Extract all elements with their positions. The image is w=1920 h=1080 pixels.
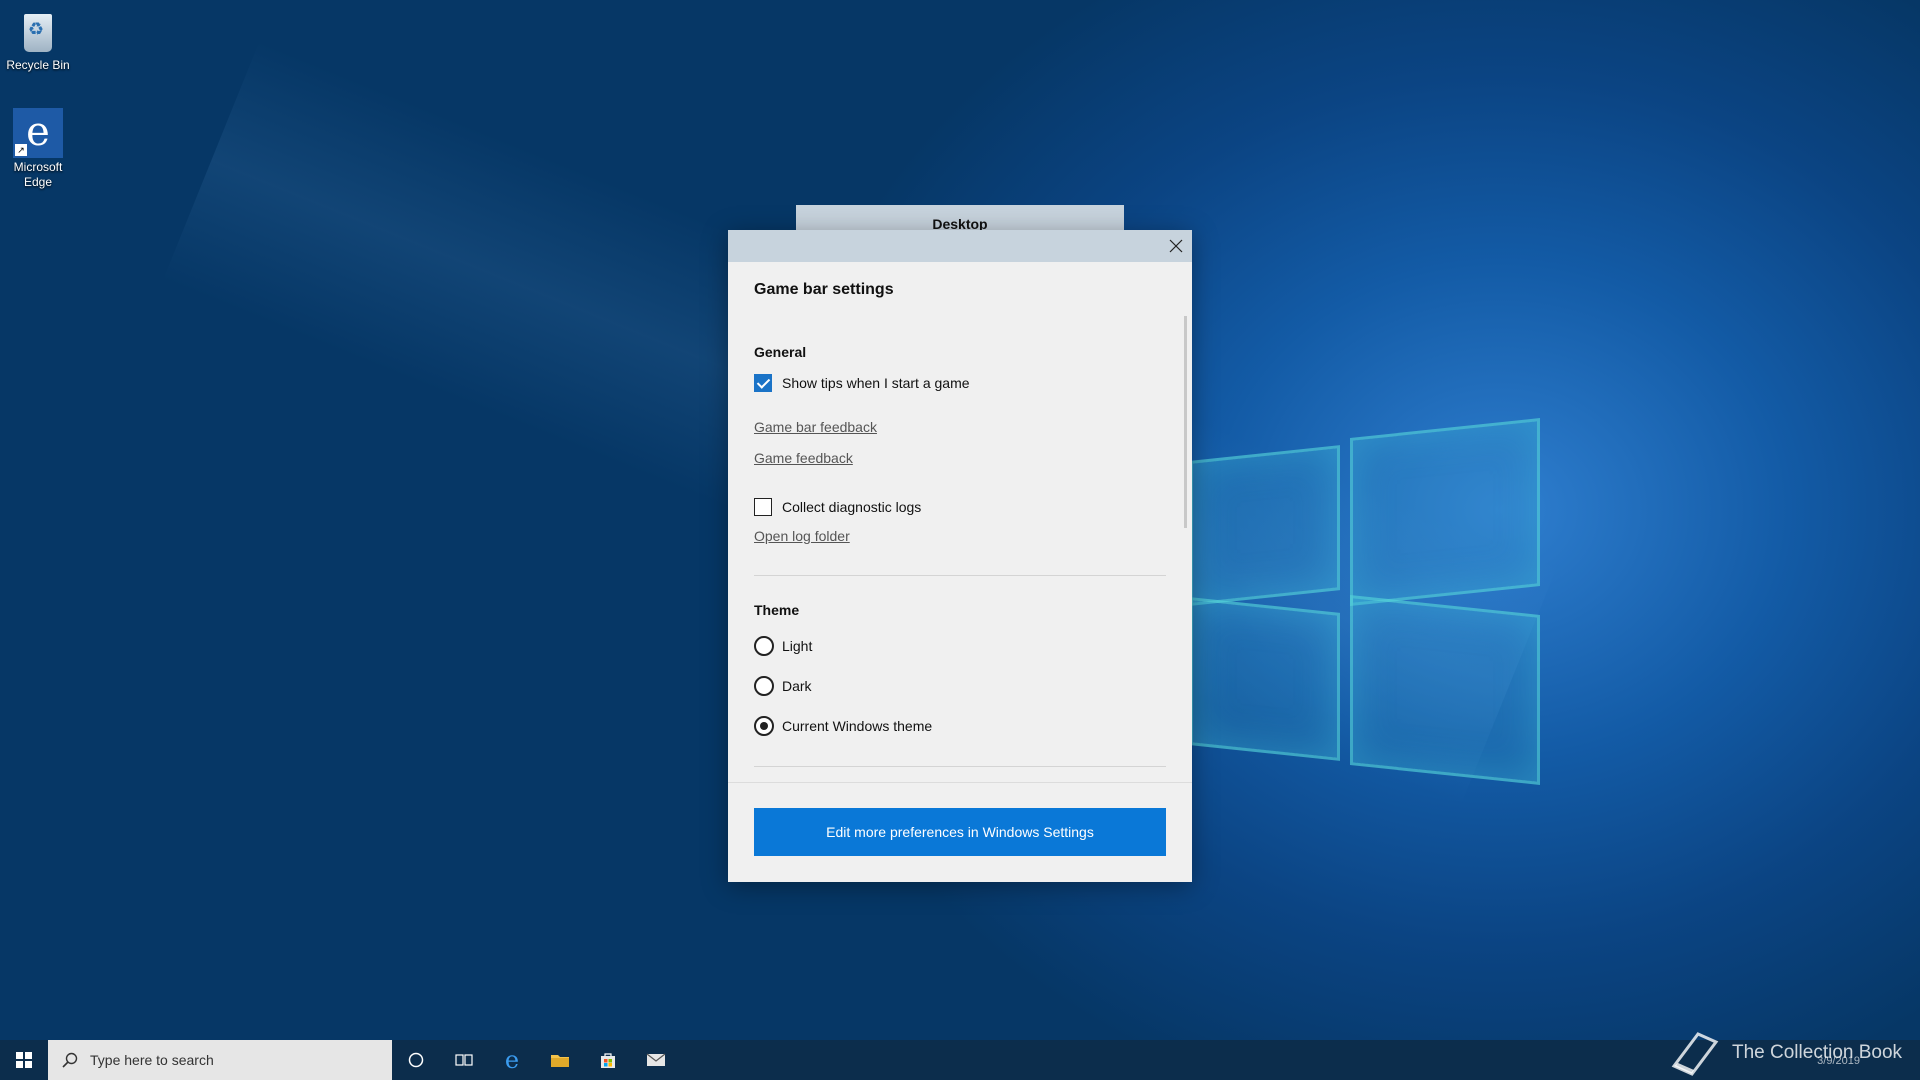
- open-log-folder-link[interactable]: Open log folder: [754, 528, 850, 544]
- start-button[interactable]: [0, 1040, 48, 1080]
- store-icon: [601, 1053, 615, 1068]
- taskbar-search-box[interactable]: Type here to search: [48, 1040, 392, 1080]
- theme-option-light[interactable]: Light: [754, 636, 812, 656]
- desktop-icon-label: Recycle Bin: [6, 58, 70, 72]
- show-tips-checkbox-row[interactable]: Show tips when I start a game: [754, 374, 970, 392]
- task-view-button[interactable]: [440, 1040, 488, 1080]
- cortana-button[interactable]: [392, 1040, 440, 1080]
- taskbar-mail-button[interactable]: [632, 1040, 680, 1080]
- collect-logs-label: Collect diagnostic logs: [782, 499, 922, 515]
- clock-date[interactable]: 3/9/2019: [1817, 1055, 1860, 1067]
- game-bar-settings-dialog: Game bar settings General Show tips when…: [728, 230, 1192, 882]
- radio-current-windows-theme[interactable]: [754, 716, 774, 736]
- watermark: The Collection Book: [1668, 1030, 1902, 1076]
- edit-preferences-button[interactable]: Edit more preferences in Windows Setting…: [754, 808, 1166, 856]
- scrollbar[interactable]: [1184, 316, 1187, 528]
- taskbar-store-button[interactable]: [584, 1040, 632, 1080]
- section-heading-theme: Theme: [754, 602, 800, 618]
- windows-logo-pane: [1350, 595, 1540, 785]
- game-bar-feedback-link[interactable]: Game bar feedback: [754, 419, 877, 435]
- windows-logo-pane: [1190, 445, 1340, 606]
- section-heading-general: General: [754, 344, 807, 360]
- radio-light[interactable]: [754, 636, 774, 656]
- desktop-icon-recycle-bin[interactable]: Recycle Bin: [0, 8, 76, 73]
- section-divider: [754, 575, 1166, 576]
- folder-icon: [551, 1055, 569, 1067]
- search-icon: [62, 1052, 78, 1068]
- theme-option-current-windows[interactable]: Current Windows theme: [754, 716, 932, 736]
- desktop-icon-label: Microsoft Edge: [13, 160, 63, 189]
- radio-light-label: Light: [782, 638, 813, 654]
- collect-logs-checkbox-row[interactable]: Collect diagnostic logs: [754, 498, 921, 516]
- dialog-title: Game bar settings: [754, 281, 894, 298]
- task-view-icon: [455, 1054, 473, 1066]
- show-tips-label: Show tips when I start a game: [782, 375, 970, 391]
- footer-separator: [728, 782, 1192, 783]
- windows-start-icon: [16, 1052, 32, 1068]
- close-button[interactable]: [1160, 230, 1192, 262]
- game-feedback-link[interactable]: Game feedback: [754, 450, 853, 466]
- radio-current-windows-label: Current Windows theme: [782, 718, 933, 734]
- cortana-icon: [408, 1052, 424, 1068]
- radio-dark[interactable]: [754, 676, 774, 696]
- search-placeholder: Type here to search: [90, 1052, 214, 1068]
- edge-icon: e: [504, 1046, 520, 1074]
- taskbar-edge-button[interactable]: e: [488, 1040, 536, 1080]
- desktop-icon-microsoft-edge[interactable]: e ↗ Microsoft Edge: [0, 108, 76, 190]
- theme-option-dark[interactable]: Dark: [754, 676, 812, 696]
- taskbar: Type here to search e: [0, 1040, 1920, 1080]
- collect-logs-checkbox[interactable]: [754, 498, 772, 516]
- show-tips-checkbox[interactable]: [754, 374, 772, 392]
- close-icon: [1169, 239, 1183, 253]
- book-icon: [1671, 1032, 1719, 1076]
- windows-logo-pane: [1350, 418, 1540, 606]
- windows-logo-pane: [1190, 597, 1340, 761]
- radio-dark-label: Dark: [782, 678, 812, 694]
- edge-icon: e ↗: [13, 108, 63, 158]
- dialog-title-bar: [728, 230, 1192, 262]
- recycle-bin-icon: [14, 8, 62, 56]
- mail-icon: [646, 1053, 666, 1066]
- taskbar-file-explorer-button[interactable]: [536, 1040, 584, 1080]
- section-divider: [754, 766, 1166, 767]
